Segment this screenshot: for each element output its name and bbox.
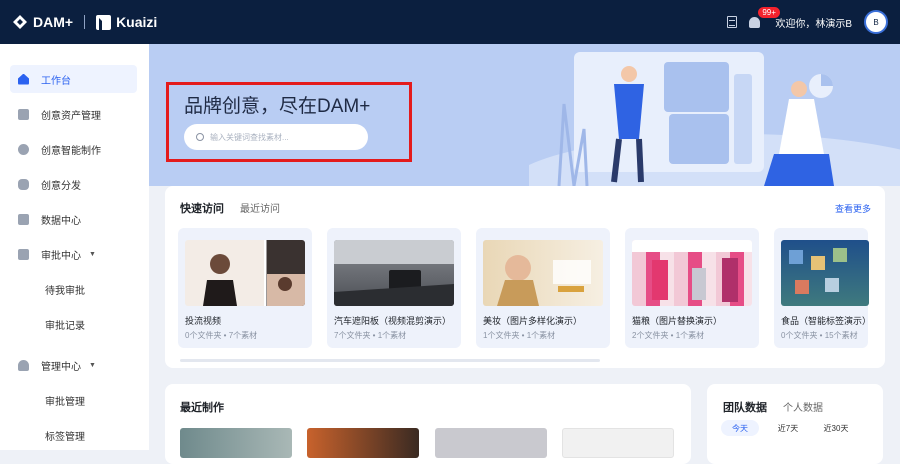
recent-production-panel: 最近制作 — [165, 384, 691, 464]
sidebar-item-approval-records[interactable]: 审批记录 — [0, 307, 149, 342]
sidebar-item-pending-approval[interactable]: 待我审批 — [0, 272, 149, 307]
card-thumbnail — [185, 240, 305, 306]
sidebar-item-label: 数据中心 — [41, 216, 81, 227]
chevron-down-icon: ▼ — [89, 251, 96, 258]
sidebar-item-label: 工作台 — [41, 75, 71, 87]
card-thumbnail — [483, 240, 603, 306]
folder-card[interactable]: 美妆（图片多样化演示） 1个文件夹 • 1个素材 — [476, 228, 610, 348]
sidebar-item-distribution[interactable]: 创意分发 — [0, 167, 149, 202]
logo-divider — [84, 15, 86, 29]
quick-access-panel: 快速访问 最近访问 查看更多 投流视频 0个文件夹 • 7个素材 汽车遮阳板（视… — [165, 186, 885, 368]
card-title: 猫粮（图片替换演示） — [632, 316, 723, 326]
card-title: 食品（智能标签演示） — [781, 316, 872, 326]
card-meta: 7个文件夹 • 1个素材 — [334, 331, 407, 340]
sidebar-item-tag-management[interactable]: 标签管理 — [0, 418, 149, 453]
folder-card[interactable]: 食品（智能标签演示） 0个文件夹 • 15个素材 — [774, 228, 872, 348]
card-title: 美妆（图片多样化演示） — [483, 316, 583, 326]
sidebar-item-label: 审批管理 — [45, 397, 85, 408]
notification-button[interactable]: 99+ — [749, 6, 781, 29]
period-30-days[interactable]: 近30天 — [817, 420, 855, 436]
card-thumbnail — [781, 240, 869, 306]
logo[interactable]: DAM+ Kuaizi — [12, 14, 157, 30]
tab-personal-data[interactable]: 个人数据 — [783, 399, 823, 414]
layers-icon — [18, 109, 29, 120]
highlight-box — [166, 82, 412, 162]
card-meta: 0个文件夹 • 7个素材 — [185, 331, 258, 340]
sidebar-item-label: 创意分发 — [41, 181, 81, 192]
sidebar-item-smart-production[interactable]: 创意智能制作 — [0, 132, 149, 167]
sidebar-item-approval-management[interactable]: 审批管理 — [0, 383, 149, 418]
greeting-text: 欢迎你，林演示B — [775, 18, 852, 30]
period-7-days[interactable]: 近7天 — [769, 420, 807, 436]
dam-logo-icon — [13, 15, 27, 29]
sidebar-item-label: 审批记录 — [45, 321, 85, 332]
recent-thumbnail[interactable] — [180, 428, 292, 458]
partner-name: Kuaizi — [116, 14, 158, 30]
period-today[interactable]: 今天 — [721, 420, 759, 436]
team-data-panel: 团队数据 个人数据 今天 近7天 近30天 — [707, 384, 883, 464]
card-title: 汽车遮阳板（视频混剪演示） — [334, 316, 452, 326]
card-meta: 0个文件夹 • 15个素材 — [781, 331, 858, 340]
sidebar: 工作台 创意资产管理 创意智能制作 创意分发 数据中心 审批中心 ▼ 待我审批 审… — [0, 44, 149, 450]
hero-illustration — [529, 52, 900, 186]
sidebar-item-label: 管理中心 — [41, 362, 81, 373]
sidebar-item-workbench[interactable]: 工作台 — [10, 65, 137, 93]
card-meta: 2个文件夹 • 1个素材 — [632, 331, 705, 340]
view-more-link[interactable]: 查看更多 — [835, 202, 871, 215]
chevron-down-icon: ▼ — [89, 362, 96, 369]
avatar-text: B — [873, 17, 879, 27]
user-icon — [18, 360, 29, 371]
sidebar-item-label: 审批中心 — [41, 251, 81, 262]
folder-card[interactable]: 汽车遮阳板（视频混剪演示） 7个文件夹 • 1个素材 — [327, 228, 461, 348]
sidebar-item-label: 待我审批 — [45, 286, 85, 297]
avatar[interactable]: B — [864, 10, 888, 34]
sidebar-item-asset-management[interactable]: 创意资产管理 — [0, 97, 149, 132]
share-icon — [18, 179, 29, 190]
document-icon[interactable] — [727, 16, 738, 28]
home-icon — [18, 73, 29, 85]
sidebar-item-management-center[interactable]: 管理中心 ▼ — [0, 348, 149, 383]
card-thumbnail — [334, 240, 454, 306]
bulb-icon — [18, 144, 29, 155]
tab-recent-access[interactable]: 最近访问 — [240, 200, 280, 215]
kuaizi-logo-icon — [96, 14, 112, 30]
tab-quick-access[interactable]: 快速访问 — [180, 200, 224, 216]
approval-icon — [18, 249, 29, 260]
hero-banner: 品牌创意，尽在DAM+ 输入关键词查找素材... — [149, 44, 900, 186]
top-bar: DAM+ Kuaizi 99+ 欢迎你，林演示B B — [0, 0, 900, 44]
sidebar-item-data-center[interactable]: 数据中心 — [0, 202, 149, 237]
card-thumbnail — [632, 240, 752, 306]
card-meta: 1个文件夹 • 1个素材 — [483, 331, 556, 340]
folder-card[interactable]: 猫粮（图片替换演示） 2个文件夹 • 1个素材 — [625, 228, 759, 348]
sidebar-item-approval-center[interactable]: 审批中心 ▼ — [0, 237, 149, 272]
main-content: 品牌创意，尽在DAM+ 输入关键词查找素材... 快速访问 最近访问 查看更多 … — [149, 44, 900, 464]
recent-production-title: 最近制作 — [180, 402, 224, 414]
database-icon — [18, 214, 29, 225]
recent-thumbnail[interactable] — [307, 428, 419, 458]
folder-card[interactable]: 投流视频 0个文件夹 • 7个素材 — [178, 228, 312, 348]
card-title: 投流视频 — [185, 316, 222, 326]
recent-thumbnail[interactable] — [435, 428, 547, 458]
notification-badge: 99+ — [757, 6, 781, 19]
horizontal-scrollbar[interactable] — [180, 359, 600, 362]
sidebar-item-label: 标签管理 — [45, 432, 85, 443]
sidebar-item-label: 创意智能制作 — [41, 146, 101, 157]
tab-team-data[interactable]: 团队数据 — [723, 399, 767, 415]
bell-icon — [749, 17, 761, 28]
sidebar-item-label: 创意资产管理 — [41, 111, 101, 122]
recent-thumbnail[interactable] — [562, 428, 674, 458]
brand-name: DAM+ — [33, 14, 74, 30]
